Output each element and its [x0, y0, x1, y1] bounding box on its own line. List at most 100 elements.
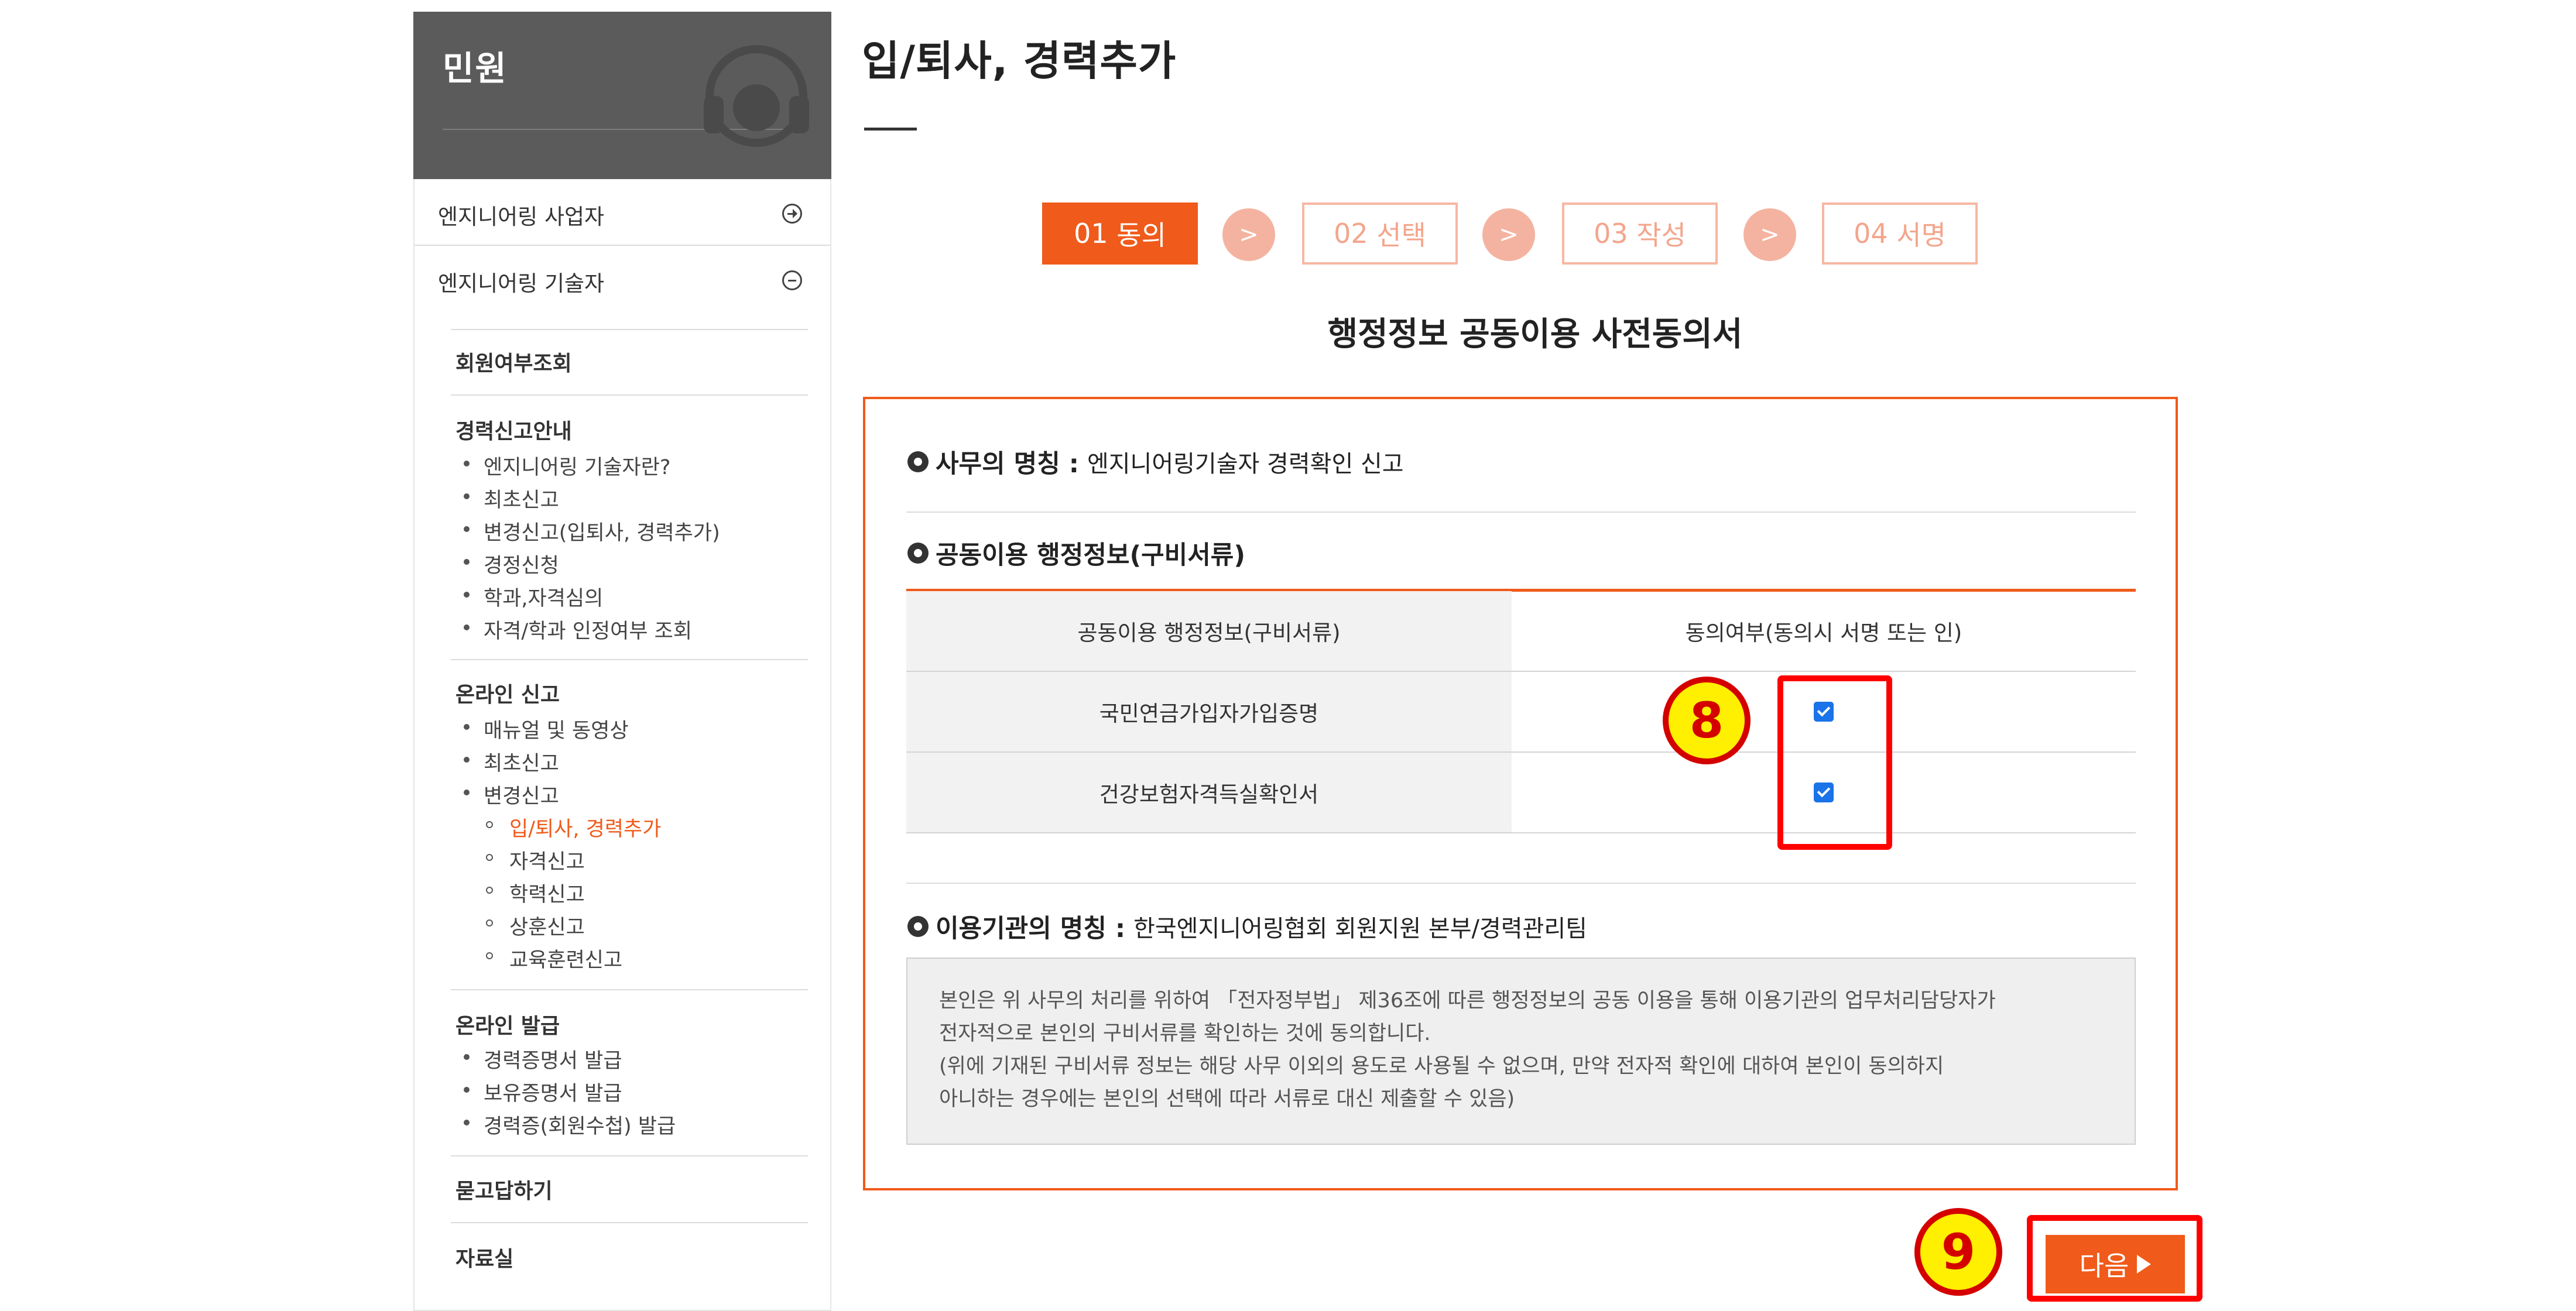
sidebar-link[interactable]: 학과,자격심의 [464, 582, 604, 612]
shared-info-heading: 공동이용 행정정보(구비서류) [907, 535, 1245, 571]
bullet-icon [464, 526, 470, 532]
step-number: 02 [1334, 218, 1368, 249]
sidebar-item-engineering-business-label[interactable]: 엔지니어링 사업자 [438, 199, 604, 231]
agency-name-row: 이용기관의 명칭 : 한국엔지니어링협회 회원지원 본부/경력관리팀 [907, 908, 1587, 945]
circle-bullet-icon [907, 543, 929, 564]
step-label: 선택 [1376, 219, 1426, 251]
table-header-row: 공동이용 행정정보(구비서류) 동의여부(동의시 서명 또는 인) [906, 591, 2136, 672]
step-3-write: 03 작성 [1562, 203, 1718, 265]
sidebar-link[interactable]: 경력증(회원수첩) 발급 [464, 1110, 676, 1140]
document-name: 건강보험자격득실확인서 [906, 753, 1512, 832]
office-name-value: 엔지니어링기술자 경력확인 신고 [1087, 451, 1404, 478]
online-issue-title[interactable]: 온라인 발급 [455, 1009, 560, 1039]
notice-line: 아니하는 경우에는 본인의 선택에 따라 서류로 대신 제출할 수 있음) [939, 1087, 1515, 1111]
highlight-frame-checkboxes [1777, 675, 1892, 850]
career-guide-title[interactable]: 경력신고안내 [455, 414, 572, 445]
bullet-icon [464, 1120, 470, 1125]
link-label: 자격신고 [509, 850, 585, 874]
link-label: 경력증(회원수첩) 발급 [484, 1115, 676, 1138]
divider [906, 883, 2136, 884]
bullet-icon [464, 790, 470, 795]
sidebar-item-qna[interactable]: 묻고답하기 [455, 1174, 553, 1204]
link-label: 학력신고 [509, 883, 585, 907]
link-label: 보유증명서 발급 [484, 1082, 622, 1106]
sidebar-header: 민원 [413, 12, 831, 179]
office-name-row: 사무의 명칭 : 엔지니어링기술자 경력확인 신고 [907, 444, 1404, 480]
ring-bullet-icon [486, 887, 493, 894]
chevron-right-icon: > [1743, 208, 1796, 261]
divider [415, 245, 830, 246]
sidebar-link[interactable]: 최초신고 [464, 483, 559, 513]
step-2-select: 02 선택 [1302, 203, 1458, 265]
circle-bullet-icon [907, 916, 929, 937]
sidebar-link[interactable]: 변경신고(입퇴사, 경력추가) [464, 516, 720, 546]
document-name: 국민연금가입자가입증명 [906, 672, 1512, 751]
bullet-icon [464, 724, 470, 730]
sidebar-link[interactable]: 경정신청 [464, 549, 559, 579]
table-row: 건강보험자격득실확인서 [906, 753, 2136, 833]
bullet-icon [464, 1087, 470, 1093]
step-number: 04 [1854, 218, 1888, 249]
bullet-icon [464, 559, 470, 565]
sidebar-sublink[interactable]: 자격신고 [486, 845, 585, 875]
page-title: 입/퇴사, 경력추가 [862, 37, 1177, 85]
step-1-consent: 01 동의 [1042, 203, 1198, 265]
ring-bullet-icon [486, 919, 493, 926]
agency-name-label: 이용기관의 명칭 : [936, 914, 1126, 943]
link-label: 엔지니어링 기술자란? [484, 456, 671, 479]
bullet-icon [464, 624, 470, 630]
sidebar-item-archive[interactable]: 자료실 [455, 1242, 513, 1272]
divider [451, 989, 808, 990]
sidebar-link[interactable]: 매뉴얼 및 동영상 [464, 714, 629, 744]
link-label: 최초신고 [484, 752, 559, 775]
ring-bullet-icon [486, 952, 493, 959]
link-label: 자격/학과 인정여부 조회 [484, 620, 693, 643]
step-label: 작성 [1636, 219, 1686, 251]
link-label: 매뉴얼 및 동영상 [484, 719, 629, 743]
sidebar-sublink[interactable]: 교육훈련신고 [486, 943, 622, 973]
sidebar-link[interactable]: 최초신고 [464, 747, 559, 777]
step-4-sign: 04 서명 [1822, 203, 1978, 265]
link-label: 변경신고(입퇴사, 경력추가) [484, 521, 720, 545]
sidebar-link[interactable]: 변경신고 [464, 780, 559, 809]
sidebar-item-engineering-technician[interactable]: 엔지니어링 기술자 [438, 266, 604, 297]
notice-line: (위에 기재된 구비서류 정보는 해당 사무 이외의 용도로 사용될 수 없으며… [939, 1055, 1944, 1078]
notice-line: 본인은 위 사무의 처리를 위하여 「전자정부법」 제36조에 따른 행정정보의… [939, 989, 1996, 1013]
sidebar-link[interactable]: 자격/학과 인정여부 조회 [464, 615, 693, 644]
sidebar-item-member-check[interactable]: 회원여부조회 [455, 346, 572, 377]
consent-form-title: 행정정보 공동이용 사전동의서 [1327, 315, 1743, 354]
sidebar-link[interactable]: 보유증명서 발급 [464, 1077, 622, 1107]
step-badge-8: 8 [1663, 677, 1751, 764]
circle-bullet-icon [907, 451, 929, 472]
circle-minus-icon[interactable] [782, 270, 802, 290]
bullet-icon [464, 461, 470, 466]
headset-icon [704, 45, 809, 147]
consent-notice: 본인은 위 사무의 처리를 위하여 「전자정부법」 제36조에 따른 행정정보의… [906, 957, 2136, 1145]
circle-arrow-right-icon[interactable] [782, 204, 802, 224]
sidebar-sublink[interactable]: 학력신고 [486, 878, 585, 908]
step-number: 03 [1594, 218, 1628, 249]
bullet-icon [464, 1054, 470, 1060]
chevron-right-icon: > [1482, 208, 1535, 261]
chevron-right-icon: > [1222, 208, 1275, 261]
table-header-cell: 동의여부(동의시 서명 또는 인) [1685, 620, 1962, 646]
link-label: 상훈신고 [509, 916, 585, 939]
step-number: 01 [1074, 218, 1108, 249]
divider [451, 1222, 808, 1223]
link-label: 경력증명서 발급 [484, 1049, 622, 1073]
online-report-title[interactable]: 온라인 신고 [455, 678, 560, 708]
sidebar-link[interactable]: 엔지니어링 기술자란? [464, 451, 671, 481]
divider [451, 659, 808, 660]
link-label: 학과,자격심의 [484, 587, 604, 610]
bullet-icon [464, 493, 470, 499]
sidebar-title: 민원 [443, 49, 508, 88]
sidebar-sublink[interactable]: 상훈신고 [486, 911, 585, 941]
arrow-glyph: > [1239, 221, 1259, 248]
agency-name-value: 한국엔지니어링협회 회원지원 본부/경력관리팀 [1133, 915, 1587, 942]
arrow-glyph: > [1760, 221, 1780, 248]
divider [451, 1155, 808, 1156]
sidebar-sublink-active[interactable]: 입/퇴사, 경력추가 [486, 812, 661, 842]
link-label: 변경신고 [484, 785, 559, 808]
sidebar-link[interactable]: 경력증명서 발급 [464, 1044, 622, 1074]
highlight-frame-next [2027, 1215, 2202, 1302]
